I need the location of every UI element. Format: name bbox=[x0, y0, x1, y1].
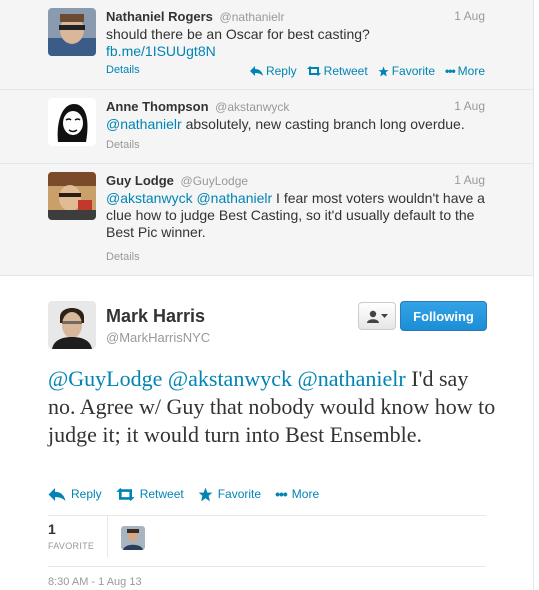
divider bbox=[48, 515, 486, 516]
reply-icon bbox=[48, 487, 66, 501]
tweet-header: Guy Lodge @GuyLodge bbox=[106, 173, 248, 188]
timestamp[interactable]: 1 Aug bbox=[454, 9, 485, 23]
retweet-button[interactable]: Retweet bbox=[306, 64, 368, 78]
divider bbox=[107, 515, 108, 557]
favorite-count[interactable]: 1 bbox=[48, 521, 56, 537]
retweet-label: Retweet bbox=[139, 487, 184, 501]
details-link[interactable]: Details bbox=[106, 64, 140, 76]
tweet-text: @GuyLodge @akstanwyck @nathanielr I'd sa… bbox=[48, 365, 498, 449]
tweet-text-body: absolutely, new casting branch long over… bbox=[181, 116, 465, 132]
reply-label: Reply bbox=[265, 64, 297, 78]
user-actions-dropdown[interactable] bbox=[358, 302, 396, 330]
more-icon: ••• bbox=[275, 486, 288, 502]
person-icon bbox=[366, 310, 379, 323]
tweet-text-body: should there be an Oscar for best castin… bbox=[106, 26, 370, 42]
timestamp[interactable]: 1 Aug bbox=[454, 173, 485, 187]
avatar[interactable] bbox=[48, 8, 96, 56]
avatar[interactable] bbox=[48, 172, 96, 220]
fullname[interactable]: Nathaniel Rogers bbox=[106, 9, 213, 24]
scroll-edge bbox=[533, 0, 539, 590]
username[interactable]: @GuyLodge bbox=[181, 174, 249, 188]
mention-link[interactable]: @akstanwyck bbox=[168, 366, 292, 391]
favoriter-avatar[interactable] bbox=[121, 526, 145, 550]
mention-link[interactable]: @GuyLodge bbox=[48, 366, 162, 391]
tweet-actions: Reply Retweet Favorite ••• More bbox=[48, 486, 319, 502]
conversation-tweet[interactable]: Nathaniel Rogers @nathanielr 1 Aug shoul… bbox=[0, 0, 533, 90]
mention-link[interactable]: @akstanwyck bbox=[106, 190, 193, 206]
mention-link[interactable]: @nathanielr bbox=[196, 190, 272, 206]
avatar[interactable] bbox=[48, 301, 96, 349]
reply-button[interactable]: Reply bbox=[249, 64, 297, 78]
tweet-header: Anne Thompson @akstanwyck bbox=[106, 99, 289, 114]
avatar[interactable] bbox=[48, 98, 96, 146]
reply-button[interactable]: Reply bbox=[48, 486, 102, 502]
retweet-icon bbox=[306, 66, 321, 76]
username[interactable]: @MarkHarrisNYC bbox=[106, 330, 210, 345]
reply-label: Reply bbox=[71, 487, 102, 501]
fullname[interactable]: Guy Lodge bbox=[106, 173, 174, 188]
timestamp[interactable]: 1 Aug bbox=[454, 99, 485, 113]
retweet-button[interactable]: Retweet bbox=[116, 486, 184, 502]
more-label: More bbox=[291, 487, 320, 501]
favorite-label: Favorite bbox=[391, 64, 436, 78]
star-icon bbox=[378, 65, 389, 77]
favorite-label: Favorite bbox=[217, 487, 262, 501]
tweet-actions: Reply Retweet Favorite ••• More bbox=[249, 64, 485, 78]
tweet-timestamp[interactable]: 8:30 AM - 1 Aug 13 bbox=[48, 576, 142, 588]
fullname[interactable]: Mark Harris bbox=[106, 306, 205, 327]
more-icon: ••• bbox=[445, 64, 456, 78]
caret-down-icon bbox=[380, 314, 388, 318]
mention-link[interactable]: @nathanielr bbox=[106, 116, 182, 132]
more-label: More bbox=[457, 64, 485, 78]
tweet-header: Nathaniel Rogers @nathanielr bbox=[106, 9, 284, 24]
username[interactable]: @akstanwyck bbox=[215, 100, 289, 114]
username[interactable]: @nathanielr bbox=[220, 10, 285, 24]
retweet-icon bbox=[116, 487, 135, 501]
conversation-tweet[interactable]: Anne Thompson @akstanwyck 1 Aug @nathani… bbox=[0, 90, 533, 164]
favorite-count-label: FAVORITE bbox=[48, 541, 95, 551]
retweet-label: Retweet bbox=[323, 64, 368, 78]
details-link[interactable]: Details bbox=[106, 139, 140, 151]
favorite-button[interactable]: Favorite bbox=[198, 486, 261, 502]
more-button[interactable]: ••• More bbox=[445, 64, 485, 78]
star-icon bbox=[198, 487, 213, 501]
tweet-link[interactable]: fb.me/1ISUUgt8N bbox=[106, 43, 216, 59]
details-link[interactable]: Details bbox=[106, 251, 140, 263]
tweet-text: @akstanwyck @nathanielr I fear most vote… bbox=[106, 190, 491, 241]
tweet-text: should there be an Oscar for best castin… bbox=[106, 26, 491, 60]
tweet-text: @nathanielr absolutely, new casting bran… bbox=[106, 116, 491, 133]
favorite-button[interactable]: Favorite bbox=[378, 64, 435, 78]
conversation-tweet[interactable]: Guy Lodge @GuyLodge 1 Aug @akstanwyck @n… bbox=[0, 164, 533, 276]
permalink-tweet: Mark Harris @MarkHarrisNYC Following @Gu… bbox=[0, 276, 533, 590]
fullname[interactable]: Anne Thompson bbox=[106, 99, 209, 114]
mention-link[interactable]: @nathanielr bbox=[297, 366, 405, 391]
divider bbox=[48, 566, 486, 567]
following-button[interactable]: Following bbox=[400, 301, 487, 331]
reply-icon bbox=[249, 66, 263, 76]
more-button[interactable]: ••• More bbox=[275, 486, 319, 502]
